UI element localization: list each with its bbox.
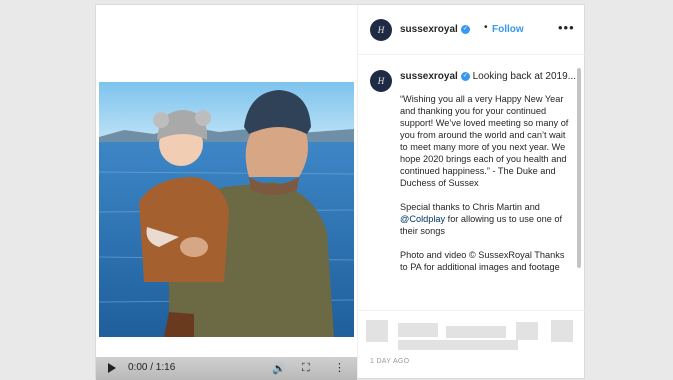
caption-body: “Wishing you all a very Happy New Year a… — [400, 93, 572, 285]
caption-lead: Looking back at 2019... — [472, 71, 577, 82]
separator-dot: • — [484, 22, 488, 33]
caption-scrollbar[interactable] — [577, 68, 581, 268]
caption-username[interactable]: sussexroyal — [400, 71, 458, 82]
post-photo[interactable] — [99, 82, 354, 337]
volume-icon[interactable]: 🔊 — [272, 362, 286, 375]
video-more-icon[interactable]: ⋮ — [334, 361, 345, 374]
fullscreen-icon[interactable]: ⛶ — [302, 362, 310, 375]
verified-badge-icon: ✓ — [460, 71, 470, 81]
thanks-prefix: Special thanks to Chris Martin and — [400, 202, 540, 212]
blurred-text — [446, 326, 506, 338]
blurred-text — [398, 340, 518, 350]
caption-header: sussexroyal ✓ Looking back at 2019... — [400, 71, 576, 83]
header-username[interactable]: sussexroyal ✓ — [400, 24, 470, 35]
post-media: 0:00 / 1:16 🔊 ⛶ ⋮ — [96, 5, 357, 380]
blurred-avatar — [366, 320, 388, 342]
caption-avatar[interactable]: H — [370, 70, 392, 92]
blurred-comments — [366, 320, 576, 352]
more-options-icon[interactable]: ••• — [558, 20, 575, 35]
post-side-panel: H sussexroyal ✓ • Follow ••• H sussexroya… — [357, 5, 585, 378]
blurred-text — [516, 322, 538, 340]
video-controls: 0:00 / 1:16 🔊 ⛶ ⋮ — [96, 357, 357, 380]
caption-quote: “Wishing you all a very Happy New Year a… — [400, 94, 569, 188]
blurred-text — [398, 323, 438, 337]
username-text[interactable]: sussexroyal — [400, 24, 458, 35]
follow-button[interactable]: Follow — [492, 24, 524, 35]
post-caption: H sussexroyal ✓ Looking back at 2019... “… — [358, 56, 585, 311]
video-time: 0:00 / 1:16 — [128, 362, 176, 373]
verified-badge-icon: ✓ — [460, 24, 470, 34]
mention-link[interactable]: @Coldplay — [400, 214, 445, 224]
post-header: H sussexroyal ✓ • Follow ••• — [358, 5, 585, 55]
caption-thanks: Special thanks to Chris Martin and @Cold… — [400, 201, 572, 237]
caption-credits: Photo and video © SussexRoyal Thanks to … — [400, 250, 565, 272]
play-icon[interactable] — [108, 363, 116, 373]
instagram-post-card: 0:00 / 1:16 🔊 ⛶ ⋮ H sussexroyal ✓ • Follo… — [95, 4, 585, 380]
family-photo-image — [99, 82, 354, 337]
avatar[interactable]: H — [370, 19, 392, 41]
post-timestamp: 1 DAY AGO — [370, 358, 410, 365]
blurred-icon — [551, 320, 573, 342]
